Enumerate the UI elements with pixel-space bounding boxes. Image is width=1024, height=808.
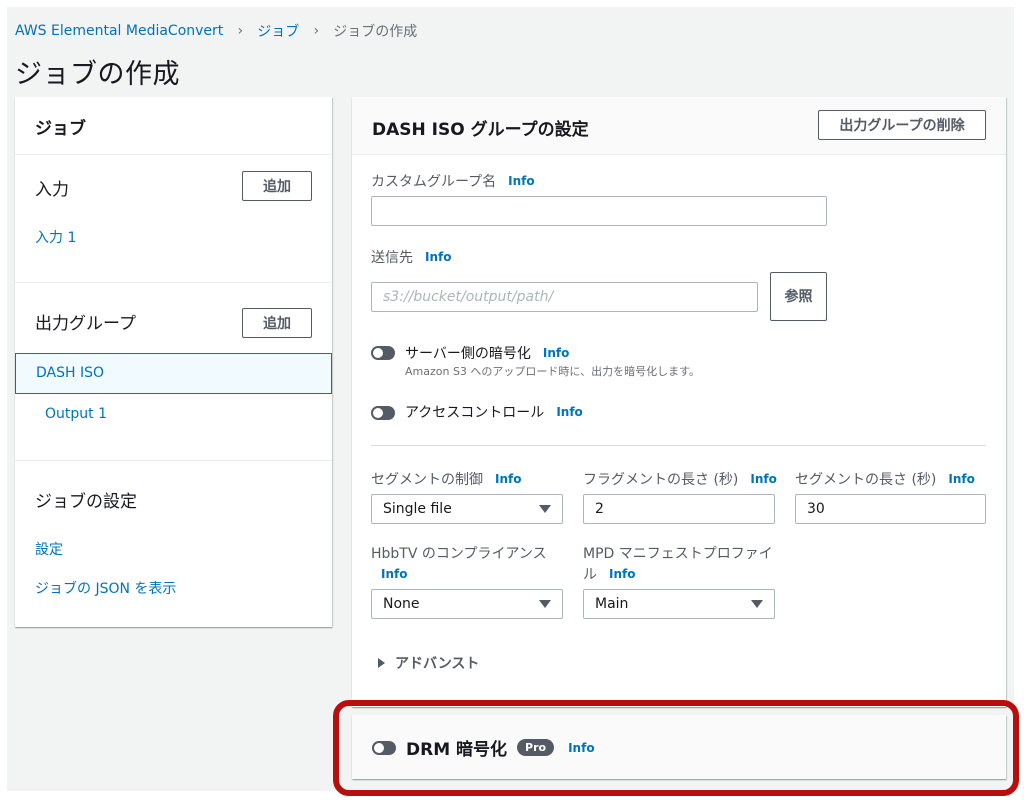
- job-navigation: ジョブ 入力 追加 入力 1 出力グループ 追加 DASH ISO Output…: [15, 97, 332, 627]
- breadcrumb-mediaconvert-link[interactable]: AWS Elemental MediaConvert: [15, 23, 223, 39]
- mpd-profile-label-line2: ル Info: [583, 567, 636, 583]
- server-side-encryption-info-link[interactable]: Info: [543, 346, 569, 360]
- page-title: ジョブの作成: [15, 59, 180, 90]
- delete-output-group-button[interactable]: 出力グループの削除: [818, 110, 986, 140]
- job-settings-title: ジョブの設定: [35, 492, 137, 512]
- custom-group-name-input[interactable]: [371, 196, 827, 226]
- chevron-right-icon: ›: [313, 23, 320, 39]
- mpd-profile-select[interactable]: Main: [583, 589, 775, 619]
- breadcrumb: AWS Elemental MediaConvert › ジョブ › ジョブの作…: [15, 21, 417, 41]
- nav-header: ジョブ: [15, 97, 332, 155]
- caret-down-icon: [539, 600, 551, 608]
- server-side-encryption-label: サーバー側の暗号化 Info: [405, 346, 570, 362]
- server-side-encryption-toggle[interactable]: [371, 346, 395, 360]
- destination-input[interactable]: [371, 282, 758, 312]
- output-group-dash-iso-label: DASH ISO: [36, 365, 105, 381]
- view-job-json-link[interactable]: ジョブの JSON を表示: [35, 578, 176, 598]
- hbbtv-compliance-label: HbbTV のコンプライアンス: [371, 546, 547, 562]
- breadcrumb-current: ジョブの作成: [333, 24, 418, 40]
- chevron-right-icon: ›: [237, 23, 244, 39]
- drm-info-link[interactable]: Info: [568, 741, 594, 755]
- hbbtv-compliance-info-link[interactable]: Info: [381, 567, 407, 581]
- panel-title: DASH ISO グループの設定: [372, 120, 589, 140]
- job-settings-section: ジョブの設定 設定 ジョブの JSON を表示: [15, 461, 332, 627]
- destination-info-link[interactable]: Info: [425, 250, 451, 264]
- segment-control-label: セグメントの制御 Info: [371, 472, 522, 488]
- caret-down-icon: [751, 600, 763, 608]
- inputs-title: 入力: [35, 180, 69, 200]
- output-group-dash-iso[interactable]: DASH ISO: [15, 353, 332, 394]
- pro-badge: Pro: [517, 739, 555, 756]
- segment-length-info-link[interactable]: Info: [948, 472, 974, 486]
- server-side-encryption-description: Amazon S3 へのアップロード時に、出力を暗号化します。: [405, 365, 700, 378]
- dash-iso-settings-panel: DASH ISO グループの設定 出力グループの削除 カスタムグループ名 Inf…: [352, 97, 1006, 707]
- input-1-link[interactable]: 入力 1: [35, 227, 76, 247]
- segment-length-label: セグメントの長さ (秒) Info: [795, 472, 975, 488]
- panel-header: DASH ISO グループの設定 出力グループの削除: [352, 97, 1006, 155]
- caret-right-icon: [378, 658, 385, 668]
- mpd-profile-info-link[interactable]: Info: [609, 567, 635, 581]
- add-input-button[interactable]: 追加: [242, 171, 312, 201]
- fragment-length-info-link[interactable]: Info: [750, 472, 776, 486]
- access-control-toggle[interactable]: [371, 406, 395, 420]
- breadcrumb-jobs-link[interactable]: ジョブ: [257, 21, 299, 41]
- add-output-group-button[interactable]: 追加: [242, 308, 312, 338]
- advanced-expander[interactable]: アドバンスト: [378, 653, 479, 673]
- segment-control-select[interactable]: Single file: [371, 494, 563, 524]
- custom-group-name-label: カスタムグループ名 Info: [371, 174, 535, 190]
- access-control-label: アクセスコントロール Info: [405, 405, 583, 421]
- section-divider: [371, 445, 986, 446]
- output-groups-title: 出力グループ: [35, 314, 136, 334]
- caret-down-icon: [539, 505, 551, 513]
- output-1-link[interactable]: Output 1: [45, 406, 107, 422]
- access-control-info-link[interactable]: Info: [556, 405, 582, 419]
- browse-button[interactable]: 参 照: [770, 272, 827, 321]
- segment-length-input[interactable]: [795, 494, 986, 524]
- mpd-profile-label: MPD マニフェストプロファイ: [583, 546, 773, 562]
- settings-link[interactable]: 設定: [35, 539, 63, 559]
- fragment-length-input[interactable]: [583, 494, 775, 524]
- fragment-length-label: フラグメントの長さ (秒) Info: [583, 472, 777, 488]
- hbbtv-compliance-select[interactable]: None: [371, 589, 563, 619]
- inputs-section: 入力 追加 入力 1: [15, 155, 332, 283]
- destination-label: 送信先 Info: [371, 250, 452, 266]
- drm-encryption-toggle[interactable]: [372, 741, 396, 755]
- custom-group-name-info-link[interactable]: Info: [508, 174, 534, 188]
- segment-control-info-link[interactable]: Info: [495, 472, 521, 486]
- output-groups-section: 出力グループ 追加 DASH ISO Output 1: [15, 283, 332, 461]
- drm-encryption-panel: DRM 暗号化 Pro Info: [352, 715, 1006, 779]
- drm-encryption-label: DRM 暗号化 Pro Info: [406, 739, 595, 760]
